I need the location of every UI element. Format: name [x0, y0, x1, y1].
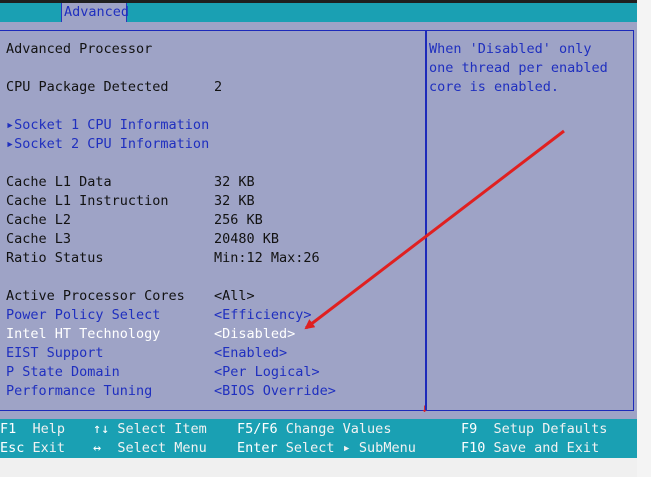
submenu-socket-1[interactable]: ▸Socket 1 CPU Information — [6, 116, 209, 135]
help-text-line: When 'Disabled' only — [429, 41, 592, 57]
setting-label: EIST Support — [6, 345, 104, 361]
info-label: Cache L3 — [6, 231, 72, 247]
key-hint-setup-defaults: F9 Setup Defaults — [461, 420, 607, 439]
info-row-cpu-package: CPU Package Detected 2 — [6, 78, 222, 97]
key-hint-f10: F10 Save and Exit — [461, 439, 599, 458]
setting-p-state-domain[interactable]: P State Domain <Per Logical> — [6, 363, 320, 382]
help-text-line: core is enabled. — [429, 79, 560, 95]
key-action: Help — [32, 421, 66, 437]
setting-eist-support[interactable]: EIST Support <Enabled> — [6, 344, 287, 363]
setting-performance-tuning[interactable]: Performance Tuning <BIOS Override> — [6, 382, 336, 401]
setting-value[interactable]: <BIOS Override> — [214, 382, 336, 401]
key-hint-select-item: ↑↓ Select Item — [93, 420, 207, 439]
setting-label: Performance Tuning — [6, 383, 153, 399]
window-edge — [637, 0, 651, 477]
key-label: F10 — [461, 440, 486, 456]
setting-label: Active Processor Cores — [6, 288, 185, 304]
setting-value[interactable]: <Disabled> — [214, 325, 295, 344]
key-action: Setup Defaults — [493, 421, 608, 437]
setting-label: Intel HT Technology — [6, 326, 161, 342]
key-action: Select Item — [117, 421, 207, 437]
tab-advanced[interactable]: Advanced — [61, 3, 129, 22]
key-action: Exit — [32, 440, 66, 456]
info-row-cache-l1-data: Cache L1 Data 32 KB — [6, 173, 255, 192]
key-hint-esc: Esc Exit — [0, 439, 65, 458]
info-label: Cache L1 Data — [6, 174, 112, 190]
setting-intel-ht-technology[interactable]: Intel HT Technology <Disabled> — [6, 325, 295, 344]
info-value: 256 KB — [214, 212, 263, 228]
menu-bar: Advanced — [0, 0, 637, 22]
help-text-line: one thread per enabled — [429, 60, 608, 76]
setting-label: P State Domain — [6, 364, 120, 380]
key-label: Enter — [237, 440, 278, 456]
info-label: Cache L2 — [6, 212, 72, 228]
info-row-cache-l1-instruction: Cache L1 Instruction 32 KB — [6, 192, 255, 211]
info-row-cache-l2: Cache L2 256 KB — [6, 211, 263, 230]
key-label: F5/F6 — [237, 421, 278, 437]
key-hint-f1: F1 Help — [0, 420, 65, 439]
setting-value[interactable]: <Enabled> — [214, 344, 287, 363]
info-label: CPU Package Detected — [6, 79, 169, 95]
info-label: Cache L1 Instruction — [6, 193, 169, 209]
info-value: 32 KB — [214, 193, 255, 209]
key-label: ↔ — [93, 440, 102, 456]
main-panel: Advanced Processor CPU Package Detected … — [0, 22, 637, 419]
info-value: Min:12 Max:26 — [214, 250, 320, 266]
key-hint-enter: Enter Select ▸ SubMenu — [237, 439, 416, 458]
key-help-bar: F1 Help ↑↓ Select Item F5/F6 Change Valu… — [0, 419, 637, 458]
panel-divider — [425, 30, 427, 411]
setting-active-processor-cores[interactable]: Active Processor Cores <All> — [6, 287, 255, 306]
key-label: F1 — [0, 421, 17, 437]
info-row-ratio-status: Ratio Status Min:12 Max:26 — [6, 249, 320, 268]
setting-value[interactable]: <Per Logical> — [214, 363, 320, 382]
key-hint-change-values: F5/F6 Change Values — [237, 420, 391, 439]
key-action: Select ▸ SubMenu — [285, 440, 416, 456]
info-value: 20480 KB — [214, 231, 280, 247]
key-label: F9 — [461, 421, 478, 437]
key-action: Save and Exit — [493, 440, 600, 456]
section-title: Advanced Processor — [6, 41, 153, 57]
info-label: Ratio Status — [6, 250, 104, 266]
setting-value[interactable]: <Efficiency> — [214, 306, 312, 325]
info-value: 2 — [214, 79, 223, 95]
key-label: ↑↓ — [93, 421, 110, 437]
key-action: Select Menu — [117, 440, 207, 456]
submenu-socket-2[interactable]: ▸Socket 2 CPU Information — [6, 135, 209, 154]
info-row-cache-l3: Cache L3 20480 KB — [6, 230, 279, 249]
scroll-down-icon[interactable]: ↓ — [421, 402, 428, 414]
key-hint-select-menu: ↔ Select Menu — [93, 439, 207, 458]
key-action: Change Values — [285, 421, 392, 437]
setting-value[interactable]: <All> — [214, 287, 255, 306]
info-value: 32 KB — [214, 174, 255, 190]
setting-label: Power Policy Select — [6, 307, 161, 323]
setting-power-policy-select[interactable]: Power Policy Select <Efficiency> — [6, 306, 312, 325]
key-label: Esc — [0, 440, 25, 456]
